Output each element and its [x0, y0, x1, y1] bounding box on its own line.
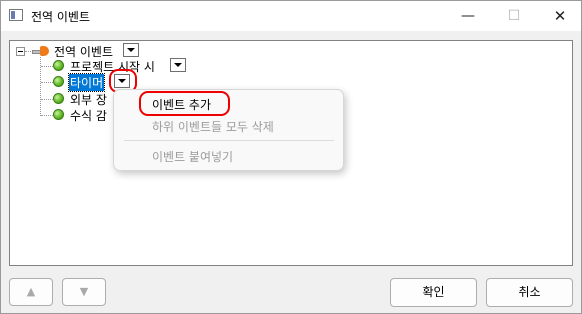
tree-item-project-start[interactable]: 프로젝트 시작 시 — [70, 58, 155, 75]
menu-separator — [124, 140, 334, 141]
global-events-dialog: 전역 이벤트 — ☐ ✕ 전역 이벤트 프로젝트 시작 시 타이머 외부 장 수… — [0, 0, 582, 314]
menu-item-add-event[interactable]: 이벤트 추가 — [152, 96, 211, 113]
move-up-button[interactable]: ▲ — [9, 278, 53, 306]
minimize-button[interactable]: — — [445, 1, 491, 31]
move-down-button[interactable]: ▼ — [62, 278, 106, 306]
green-dot-icon — [53, 60, 64, 71]
window-title: 전역 이벤트 — [31, 10, 91, 24]
green-dot-icon — [53, 76, 64, 87]
maximize-button: ☐ — [507, 8, 521, 24]
collapse-toggle-icon[interactable] — [16, 47, 25, 56]
green-dot-icon — [53, 93, 64, 104]
close-button[interactable]: ✕ — [537, 1, 582, 31]
ok-button[interactable]: 확인 — [390, 278, 477, 307]
root-dropdown-button[interactable] — [123, 43, 139, 57]
green-dot-icon — [53, 109, 64, 120]
menu-item-delete-children: 하위 이벤트들 모두 삭제 — [152, 120, 274, 134]
title-bar[interactable]: 전역 이벤트 — ☐ ✕ — [1, 1, 581, 31]
context-menu: 이벤트 추가 하위 이벤트들 모두 삭제 이벤트 붙여넣기 — [113, 89, 344, 171]
tree-item-external[interactable]: 외부 장 — [70, 91, 107, 108]
tree-connector — [41, 99, 53, 100]
tree-item-formula[interactable]: 수식 감 — [70, 107, 107, 124]
cancel-button[interactable]: 취소 — [486, 278, 573, 307]
tree-connector — [41, 115, 53, 116]
item-dropdown-button[interactable] — [170, 58, 186, 72]
tree-connector — [41, 82, 53, 83]
event-bulb-icon — [32, 45, 50, 57]
menu-item-paste-event: 이벤트 붙여넣기 — [152, 150, 234, 164]
timer-dropdown-button[interactable] — [114, 74, 130, 88]
app-window-icon — [9, 9, 23, 21]
tree-connector — [41, 66, 53, 67]
tree-item-timer[interactable]: 타이머 — [67, 73, 106, 92]
